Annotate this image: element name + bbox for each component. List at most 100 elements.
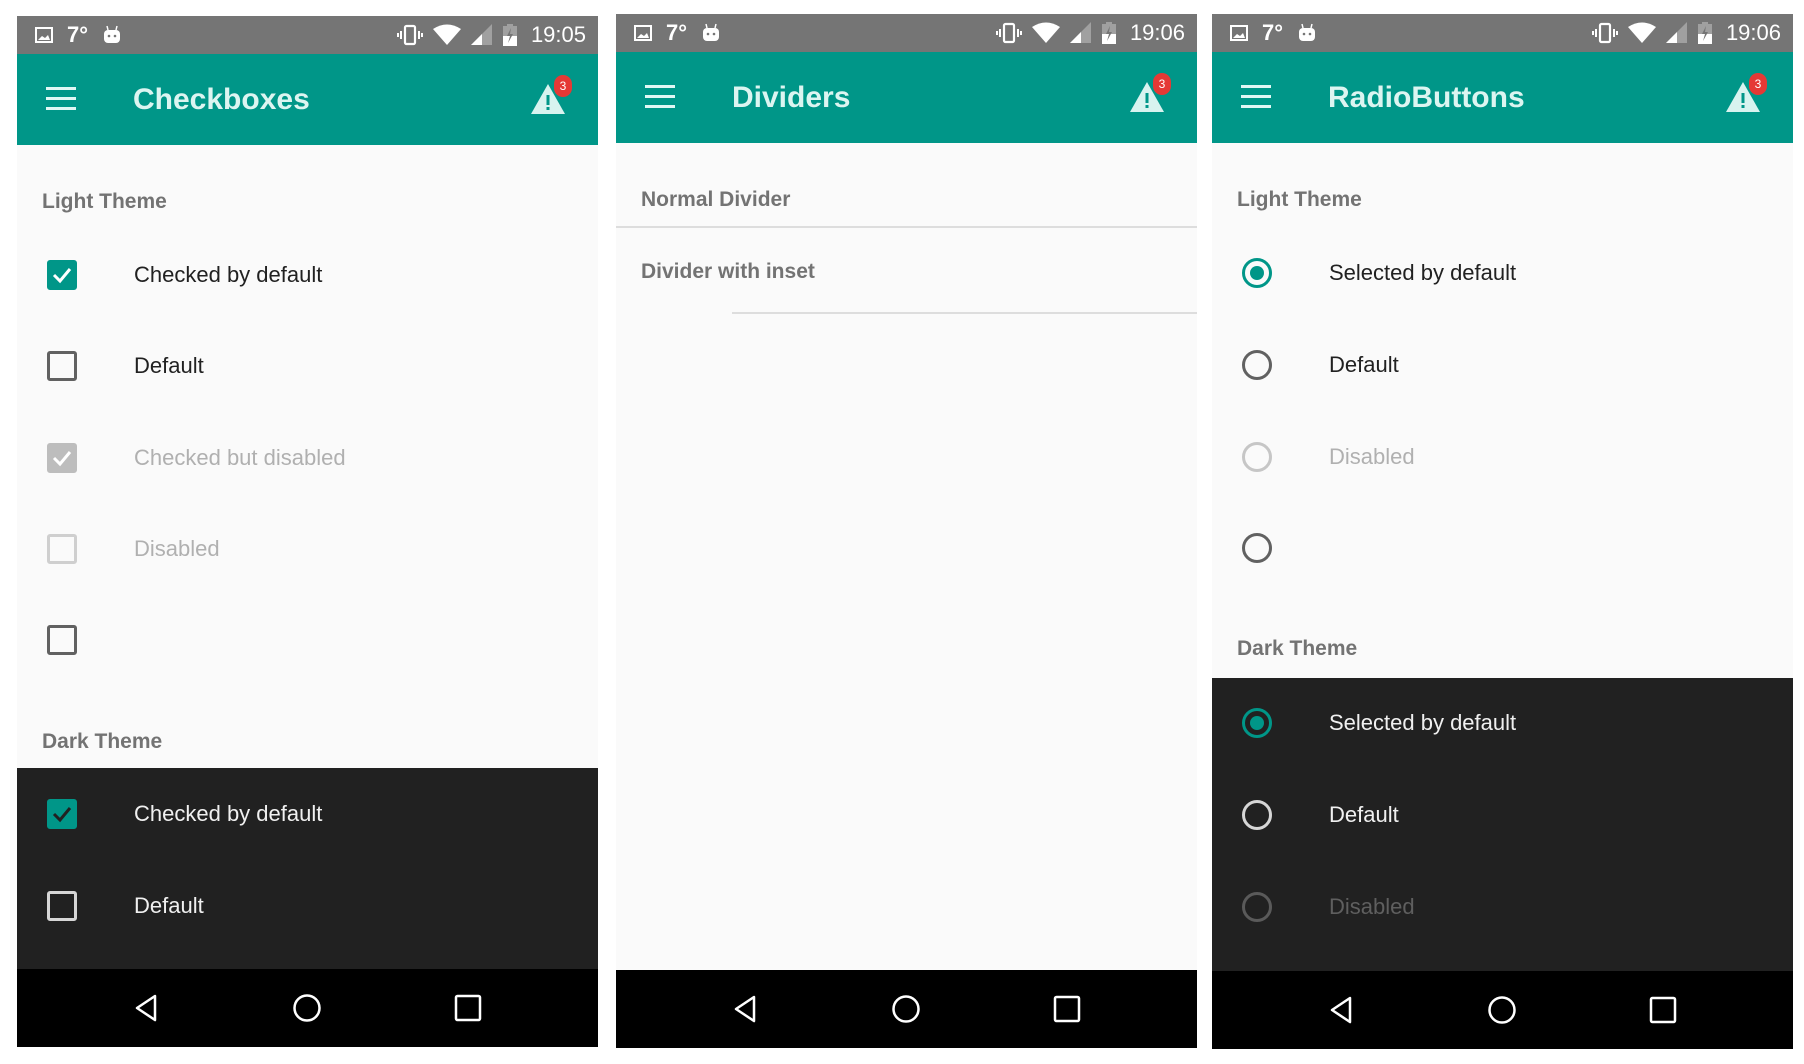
clock: 19:06 xyxy=(1725,20,1781,45)
recents-icon[interactable] xyxy=(1052,994,1082,1024)
radio[interactable] xyxy=(1242,350,1272,380)
radio-label: Selected by default xyxy=(1329,260,1517,285)
dark-theme-section: Checked by default Default xyxy=(17,768,598,969)
hamburger-menu-icon[interactable] xyxy=(1241,85,1271,109)
notifications-button[interactable]: 3 xyxy=(530,75,572,116)
recents-icon[interactable] xyxy=(453,993,483,1023)
back-icon[interactable] xyxy=(730,994,760,1024)
status-bar: 7° 19:05 xyxy=(17,16,598,54)
checkbox-checked-disabled xyxy=(47,443,77,473)
checkbox[interactable] xyxy=(47,351,77,381)
status-bar: 7° 19:06 xyxy=(1212,14,1793,52)
radiobuttons-screen: 7° 19:06 RadioButtons 3 Light Theme Sele… xyxy=(1212,14,1793,1049)
divider-list: Normal Divider Divider with inset xyxy=(616,143,1197,970)
checkbox-disabled xyxy=(47,534,77,564)
page-title: RadioButtons xyxy=(1328,81,1525,114)
dark-theme-header: Dark Theme xyxy=(42,730,163,753)
radio-row[interactable]: Default xyxy=(1212,785,1793,845)
signal-icon xyxy=(470,24,492,45)
app-bar: RadioButtons 3 xyxy=(1212,52,1793,143)
dark-theme-header: Dark Theme xyxy=(1237,637,1358,660)
android-icon xyxy=(104,25,121,43)
vibrate-icon xyxy=(396,24,423,46)
radio-label: Selected by default xyxy=(1329,710,1517,735)
image-icon xyxy=(1230,25,1248,41)
full-divider xyxy=(616,226,1197,228)
back-icon[interactable] xyxy=(131,993,161,1023)
image-icon xyxy=(35,27,53,43)
radio-label: Default xyxy=(1329,802,1399,827)
radio-disabled xyxy=(1242,892,1272,922)
home-icon[interactable] xyxy=(292,993,322,1023)
hamburger-menu-icon[interactable] xyxy=(645,85,675,109)
radio-selected[interactable] xyxy=(1242,708,1272,738)
radio-row[interactable] xyxy=(1212,518,1793,578)
checkbox[interactable] xyxy=(47,891,77,921)
checkbox[interactable] xyxy=(47,625,77,655)
wifi-icon xyxy=(1627,22,1656,43)
radio-disabled xyxy=(1242,442,1272,472)
checkboxes-screen: 7° 19:05 Checkboxes 3 Light Theme Checke… xyxy=(17,16,598,1047)
image-icon xyxy=(634,25,652,41)
light-theme-header: Light Theme xyxy=(42,190,167,213)
inset-divider-label: Divider with inset xyxy=(641,260,815,283)
signal-icon xyxy=(1069,22,1091,43)
navigation-bar xyxy=(1212,971,1793,1049)
checkbox-row[interactable] xyxy=(17,610,598,670)
notifications-button[interactable]: 3 xyxy=(1725,73,1767,114)
back-icon[interactable] xyxy=(1326,995,1356,1025)
temperature: 7° xyxy=(67,22,89,47)
app-bar: Checkboxes 3 xyxy=(17,54,598,145)
home-icon[interactable] xyxy=(1487,995,1517,1025)
android-icon xyxy=(1299,23,1316,41)
radio-label: Disabled xyxy=(1329,894,1415,919)
checkbox-row[interactable]: Checked by default xyxy=(17,245,598,305)
radio[interactable] xyxy=(1242,533,1272,563)
hamburger-menu-icon[interactable] xyxy=(46,87,76,111)
notification-badge: 3 xyxy=(554,75,572,97)
temperature: 7° xyxy=(1262,20,1284,45)
radio[interactable] xyxy=(1242,800,1272,830)
radio-selected[interactable] xyxy=(1242,258,1272,288)
checkbox-row[interactable]: Checked by default xyxy=(17,784,598,844)
checkbox-label: Checked by default xyxy=(134,801,323,826)
checkbox-label: Checked but disabled xyxy=(134,445,346,470)
status-bar: 7° 19:06 xyxy=(616,14,1197,52)
battery-charging-icon xyxy=(502,24,517,46)
notification-badge: 3 xyxy=(1153,73,1171,95)
inset-divider xyxy=(732,312,1197,314)
check-icon xyxy=(52,268,72,284)
wifi-icon xyxy=(1031,22,1060,43)
dividers-screen: 7° 19:06 Dividers 3 Normal Divider Divid… xyxy=(616,14,1197,1048)
checkbox-checked[interactable] xyxy=(47,799,77,829)
radio-row[interactable]: Selected by default xyxy=(1212,243,1793,303)
checkbox-row[interactable]: Default xyxy=(17,336,598,396)
app-bar: Dividers 3 xyxy=(616,52,1197,143)
radio-row[interactable]: Default xyxy=(1212,335,1793,395)
clock: 19:06 xyxy=(1129,20,1185,45)
checkbox-row-disabled: Disabled xyxy=(17,519,598,579)
normal-divider-label: Normal Divider xyxy=(641,188,791,211)
notifications-button[interactable]: 3 xyxy=(1129,73,1171,114)
checkbox-row-disabled: Checked but disabled xyxy=(17,428,598,488)
temperature: 7° xyxy=(666,20,688,45)
home-icon[interactable] xyxy=(891,994,921,1024)
radio-row-disabled: Disabled xyxy=(1212,877,1793,937)
vibrate-icon xyxy=(995,22,1022,44)
clock: 19:05 xyxy=(530,22,586,47)
checkbox-label: Default xyxy=(134,353,204,378)
signal-icon xyxy=(1665,22,1687,43)
battery-charging-icon xyxy=(1101,22,1116,44)
radio-list: Light Theme Selected by default Default … xyxy=(1212,143,1793,971)
checkbox-row[interactable]: Default xyxy=(17,876,598,936)
battery-charging-icon xyxy=(1697,22,1712,44)
radio-label: Default xyxy=(1329,352,1399,377)
wifi-icon xyxy=(432,24,461,45)
light-theme-header: Light Theme xyxy=(1237,188,1362,211)
recents-icon[interactable] xyxy=(1648,995,1678,1025)
vibrate-icon xyxy=(1591,22,1618,44)
dark-theme-section: Selected by default Default Disabled xyxy=(1212,678,1793,971)
page-title: Dividers xyxy=(732,81,851,114)
radio-row[interactable]: Selected by default xyxy=(1212,693,1793,753)
checkbox-checked[interactable] xyxy=(47,260,77,290)
